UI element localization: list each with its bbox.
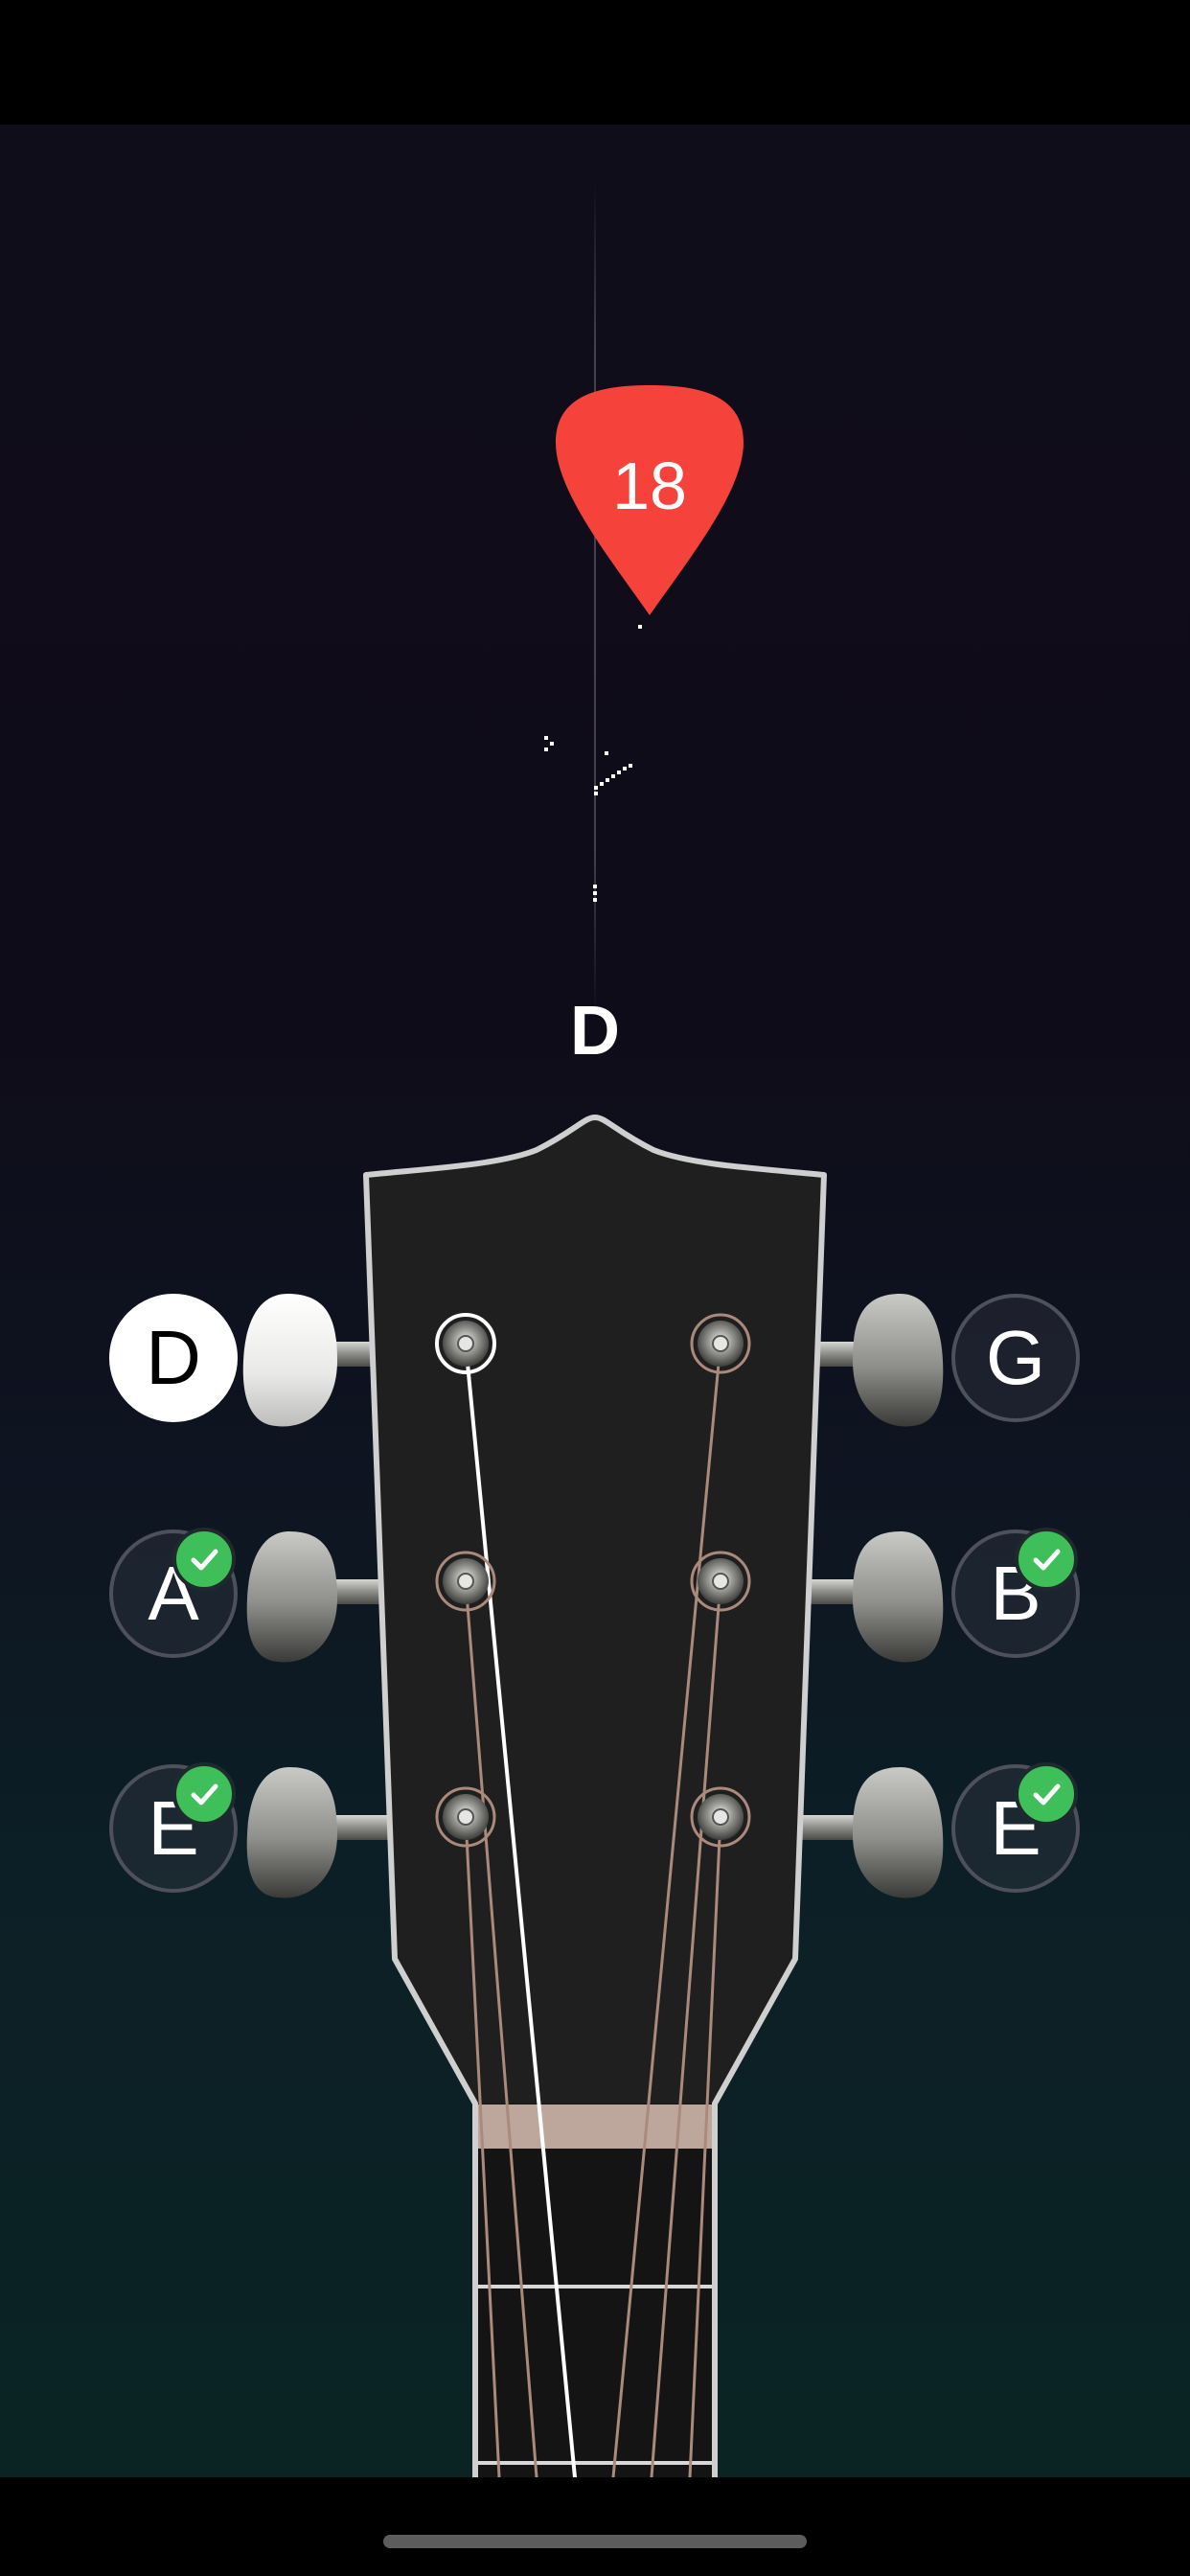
string-button-low-e[interactable]: E (109, 1762, 238, 1893)
home-indicator[interactable] (383, 2535, 807, 2548)
tuner-peg-g (853, 1294, 944, 1427)
checkmark-icon (172, 1762, 236, 1826)
bottom-bar (0, 2477, 1190, 2576)
string-button-b[interactable]: B (951, 1528, 1080, 1658)
fret-wire (478, 2285, 712, 2288)
tuner-peg-a (246, 1531, 337, 1663)
string-button-g[interactable]: G (951, 1294, 1080, 1422)
tuner-peg-d (242, 1294, 337, 1427)
fret-wire (478, 2461, 712, 2465)
checkmark-icon (1015, 1762, 1078, 1826)
tuner-peg-high-e (853, 1767, 944, 1898)
checkmark-icon (172, 1528, 236, 1591)
string-button-d[interactable]: D (109, 1294, 238, 1422)
tuner-peg-b (853, 1531, 944, 1663)
string-button-high-e[interactable]: E (951, 1762, 1080, 1893)
string-note-label: G (985, 1315, 1046, 1400)
checkmark-icon (1015, 1528, 1078, 1591)
string-button-a[interactable]: A (109, 1528, 238, 1658)
guitar-headstock (242, 1115, 944, 2495)
string-note-label: D (146, 1315, 201, 1400)
tuner-peg-low-e (246, 1767, 337, 1898)
